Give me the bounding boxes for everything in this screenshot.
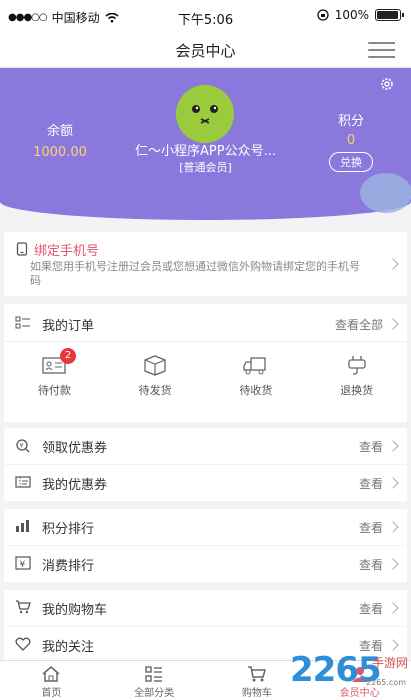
cart-icon [247, 666, 266, 682]
tab-label: 首页 [41, 688, 62, 699]
avatar[interactable] [176, 85, 234, 143]
chevron-right-icon [387, 477, 399, 489]
page-title: 会员中心 [175, 42, 236, 60]
points-block: 积分 0 兑换 [321, 110, 381, 172]
points-value: 0 [346, 133, 356, 148]
svg-text:¥: ¥ [20, 560, 26, 570]
order-status-pending-shipment[interactable]: 待发货 [105, 350, 206, 414]
chevron-right-icon [387, 602, 399, 614]
order-status-pending-receipt[interactable]: 待收货 [206, 350, 307, 414]
order-status-label: 待付款 [37, 384, 71, 397]
menu-icon[interactable] [368, 40, 395, 60]
bind-phone-title: 绑定手机号 [34, 244, 100, 259]
heart-icon [15, 637, 31, 651]
watermark-url: 2265.com [366, 678, 406, 687]
points-label: 积分 [337, 114, 364, 129]
tab-categories[interactable]: 全部分类 [103, 661, 206, 700]
orders-card: 我的订单 查看全部 2 待付款 待发货 待收货 退换货 [4, 304, 407, 422]
app-frame: ●●●○○ 中国移动 下午5:06 100% 会员中心 余额 1000.00 仁… [0, 0, 411, 700]
coupon-icon [15, 476, 31, 488]
bind-phone-desc: 如果您用手机号注册过会员或您想通过微信外购物请绑定您的手机号码 [30, 260, 360, 287]
battery-percent: 100% [334, 8, 369, 22]
row-more: 查看 [358, 521, 383, 535]
site-watermark: 2265 手游网 2265.com [290, 648, 410, 700]
row-more: 查看 [358, 558, 383, 572]
chevron-right-icon [387, 558, 399, 570]
truck-icon [243, 357, 266, 375]
orders-label: 我的订单 [42, 319, 95, 334]
category-icon [145, 666, 163, 682]
nav-bar: 会员中心 [0, 32, 411, 68]
tab-home[interactable]: 首页 [0, 661, 103, 700]
chevron-right-icon [387, 318, 399, 330]
member-level: [普通会员] [179, 161, 232, 174]
row-more: 查看 [358, 477, 383, 491]
orders-header[interactable]: 我的订单 查看全部 [4, 304, 407, 342]
row-more: 查看 [358, 602, 383, 616]
row-my-cart[interactable]: 我的购物车 查看 [4, 590, 407, 626]
yen-icon: ¥ [15, 556, 31, 570]
view-all-orders-link[interactable]: 查看全部 [335, 316, 383, 333]
order-list-icon [15, 316, 30, 329]
cart-icon [16, 600, 31, 614]
order-status-returns[interactable]: 退换货 [306, 350, 407, 414]
settings-gear-icon[interactable] [379, 76, 395, 92]
row-receive-coupon[interactable]: ¥ 领取优惠券 查看 [4, 428, 407, 464]
home-icon [42, 666, 60, 682]
coupon-receive-icon: ¥ [16, 439, 30, 453]
row-label: 我的关注 [42, 640, 95, 655]
row-label: 我的优惠券 [42, 478, 108, 493]
row-label: 消费排行 [42, 559, 95, 574]
tab-label: 全部分类 [134, 688, 175, 699]
box-icon [144, 355, 166, 376]
row-my-coupons[interactable]: 我的优惠券 查看 [4, 465, 407, 501]
return-icon [347, 356, 366, 375]
redeem-button[interactable]: 兑换 [329, 152, 373, 172]
bind-phone-card[interactable]: 绑定手机号 如果您用手机号注册过会员或您想通过微信外购物请绑定您的手机号码 [4, 232, 407, 296]
phone-icon [16, 242, 28, 256]
member-header: 余额 1000.00 仁～小程序APP公众号... [普通会员] 积分 0 兑换 [0, 68, 411, 220]
battery-icon [375, 9, 404, 21]
watermark-site: 手游网 [371, 656, 408, 670]
row-label: 我的购物车 [42, 603, 108, 618]
chevron-right-icon [387, 521, 399, 533]
row-points-ranking[interactable]: 积分排行 查看 [4, 509, 407, 545]
balance-label: 余额 [46, 124, 73, 139]
row-more: 查看 [358, 440, 383, 454]
order-status-label: 退换货 [340, 384, 374, 397]
order-status-label: 待收货 [239, 384, 273, 397]
row-label: 领取优惠券 [42, 441, 108, 456]
row-spending-ranking[interactable]: ¥ 消费排行 查看 [4, 546, 407, 582]
svg-text:¥: ¥ [20, 443, 24, 450]
status-bar: ●●●○○ 中国移动 下午5:06 100% [0, 0, 411, 32]
floating-assistive-ball[interactable] [360, 173, 411, 213]
row-label: 积分排行 [42, 522, 95, 537]
pending-payment-badge: 2 [60, 348, 76, 364]
bar-chart-icon [16, 520, 29, 532]
order-status-label: 待发货 [138, 384, 172, 397]
rotation-lock-icon [317, 9, 329, 21]
chevron-right-icon [387, 440, 399, 452]
order-status-pending-payment[interactable]: 2 待付款 [4, 348, 105, 414]
chevron-right-icon [387, 258, 399, 270]
